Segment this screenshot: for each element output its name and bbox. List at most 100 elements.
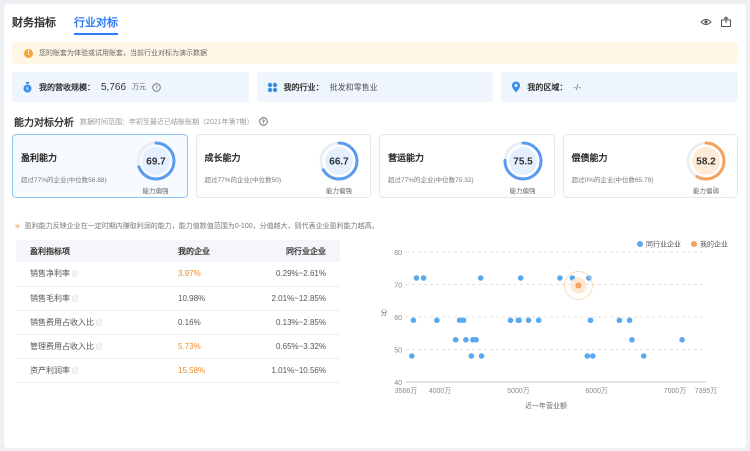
x-tick-label: 4000万 <box>429 387 452 395</box>
peer-point <box>413 275 420 281</box>
indicator-name-cell: 销售净利率 ⓘ <box>16 262 136 287</box>
question-icon[interactable]: ⓘ <box>70 296 79 303</box>
peer-point <box>477 275 484 281</box>
score-ring: 69.7 <box>136 141 175 181</box>
score-ring: 58.2 <box>686 141 726 181</box>
score-value: 66.7 <box>329 157 349 168</box>
revenue-label: 我的营收规模： <box>39 82 95 92</box>
peer-point <box>410 317 417 324</box>
industry-box: 我的行业： 批发和零售业 <box>256 72 494 102</box>
revenue-value: 5,766 <box>101 81 127 93</box>
peer-point <box>516 317 522 324</box>
indicator-table: 盈利指标项 我的企业 同行业企业 销售净利率 ⓘ 3.97% 0.29%~2.61%… <box>16 240 340 383</box>
tab-industry-benchmark[interactable]: 行业对标 <box>74 14 118 35</box>
peer-point <box>679 336 685 343</box>
score-level: 能力偏强 <box>142 188 169 195</box>
indicator-name: 资产利润率 <box>30 365 70 375</box>
indicator-name-cell: 销售费用占收入比 ⓘ <box>16 310 136 335</box>
industry-value: 批发和零售业 <box>329 82 378 92</box>
table-header-row: 盈利指标项 我的企业 同行业企业 <box>16 240 340 262</box>
ability-card[interactable]: 营运能力 超过77%的企业(中位数75.32) 75.5 能力偏强 <box>379 134 555 198</box>
indicator-name: 管理费用占收入比 <box>30 341 94 351</box>
indicator-name-cell: 资产利润率 ⓘ <box>16 358 136 383</box>
y-tick-label: 50 <box>394 348 402 355</box>
peer-point <box>478 353 485 359</box>
score-value: 75.5 <box>513 157 533 168</box>
revenue-box: ¥ 我的营收规模： 5,766 万元 ? <box>12 72 249 102</box>
peer-point <box>463 336 469 343</box>
header-peer: 同行业企业 <box>241 240 340 262</box>
question-icon[interactable]: ⓘ <box>94 344 103 351</box>
y-tick-label: 60 <box>394 315 402 322</box>
indicator-name: 销售费用占收入比 <box>30 317 94 327</box>
peer-point <box>616 317 623 324</box>
question-icon[interactable]: ? <box>152 82 161 92</box>
peer-point <box>517 275 524 281</box>
question-icon[interactable]: ⓘ <box>70 368 79 375</box>
svg-text:?: ? <box>262 120 265 126</box>
tab-financial-indicators[interactable]: 财务指标 <box>12 14 56 35</box>
warning-icon: ! <box>24 48 33 58</box>
eye-icon[interactable] <box>700 16 712 28</box>
table-row: 销售毛利率 ⓘ 10.98% 2.01%~12.85% <box>16 286 340 311</box>
score-level: 能力偏强 <box>326 188 352 195</box>
peer-point <box>587 317 594 324</box>
peer-point <box>460 317 467 324</box>
peer-point <box>640 353 647 359</box>
peer-range: 2.01%~12.85% <box>241 286 340 311</box>
my-value: 15.58% <box>136 358 242 383</box>
my-value: 10.98% <box>136 286 242 311</box>
company-info-row: ¥ 我的营收规模： 5,766 万元 ? 我的行业： 批发和零售业 我的区域： … <box>12 72 739 102</box>
asterisk-icon: ✳ <box>14 221 21 231</box>
question-icon[interactable]: ⓘ <box>94 320 103 327</box>
svg-text:¥: ¥ <box>26 87 29 93</box>
question-icon[interactable]: ⓘ <box>70 271 79 278</box>
scatter-chart: 40 50 60 70 80 3566万 4000万 5000万 6000万 7000万 7395万… <box>381 240 729 411</box>
money-bag-icon: ¥ <box>23 82 32 93</box>
score-value: 69.7 <box>146 157 166 168</box>
page-frame: 财务指标 行业对标 ! 您的账套为体验或试用账套，当前行业对标为演示数据 ¥ 我… <box>4 4 746 448</box>
score-ring: 75.5 <box>503 141 542 181</box>
header-mine: 我的企业 <box>136 240 242 262</box>
section-header: 能力对标分析 数据时间范围：年初至最近已结账账期（2021年第7期） ? <box>14 114 269 129</box>
revenue-unit: 万元 <box>132 84 147 91</box>
peer-point <box>434 317 440 324</box>
my-value: 0.16% <box>136 310 242 335</box>
x-tick-label: 7000万 <box>664 387 687 395</box>
demo-notice: ! 您的账套为体验或试用账套，当前行业对标为演示数据 <box>12 42 738 64</box>
peer-point <box>535 317 542 324</box>
legend-label: 同行业企业 <box>646 240 681 249</box>
tab-bar: 财务指标 行业对标 <box>12 14 118 35</box>
peer-point <box>629 336 635 343</box>
table-row: 资产利润率 ⓘ 15.58% 1.01%~10.56% <box>16 358 340 383</box>
indicator-name: 销售毛利率 <box>30 293 70 303</box>
x-tick-label: 3566万 <box>395 387 418 395</box>
peer-point <box>525 317 532 324</box>
y-tick-label: 40 <box>394 380 402 387</box>
peer-point <box>468 353 475 359</box>
ability-card[interactable]: 成长能力 超过77%的企业(中位数50) 66.7 能力偏强 <box>195 134 371 198</box>
peer-point <box>626 317 633 324</box>
ability-card[interactable]: 偿债能力 超过0%的企业(中位数65.79) 58.2 能力偏弱 <box>562 134 738 198</box>
export-icon[interactable] <box>720 16 732 28</box>
table-row: 管理费用占收入比 ⓘ 5.73% 0.65%~3.32% <box>16 334 340 359</box>
score-level: 能力偏弱 <box>693 188 719 195</box>
ability-description: ✳ 盈利能力反映企业在一定时期内赚取利润的能力，能力值数值范围为0-100，分值… <box>14 221 379 231</box>
peer-point <box>557 275 563 281</box>
peer-range: 1.01%~10.56% <box>241 358 340 383</box>
x-axis-label: 近一年营业额 <box>525 401 567 410</box>
table-row: 销售净利率 ⓘ 3.97% 0.29%~2.61% <box>16 262 340 287</box>
peer-range: 0.65%~3.32% <box>241 334 340 359</box>
peer-point <box>420 275 427 281</box>
legend-marker <box>637 241 643 247</box>
question-icon[interactable]: ? <box>259 117 269 126</box>
peer-point <box>507 317 514 324</box>
region-box: 我的区域： -/- <box>501 72 739 102</box>
ability-card[interactable]: 盈利能力 超过77%的企业(中位数58.88) 69.7 能力偏强 <box>12 134 188 198</box>
notice-text: 您的账套为体验或试用账套，当前行业对标为演示数据 <box>39 50 207 57</box>
industry-label: 我的行业： <box>283 82 324 92</box>
legend-label: 我的企业 <box>700 240 728 249</box>
my-value: 3.97% <box>136 262 242 287</box>
score-level: 能力偏强 <box>509 188 536 195</box>
legend-marker <box>691 241 697 247</box>
